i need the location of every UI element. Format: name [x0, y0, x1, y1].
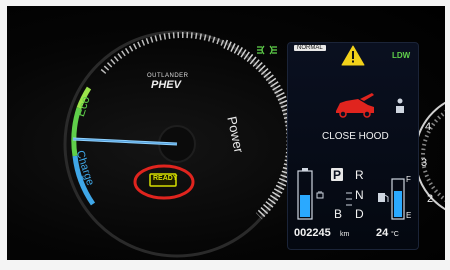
seatbelt-person-icon	[396, 98, 404, 113]
gear-r: R	[355, 168, 364, 182]
charge-plug-icon	[316, 191, 324, 199]
fuel-full-label: F	[406, 175, 411, 184]
ready-label: READY	[153, 175, 178, 182]
svg-text:4: 4	[425, 121, 431, 133]
gear-p: P	[333, 168, 342, 182]
temperature-unit: °C	[391, 231, 399, 238]
car-hood-open-icon	[336, 93, 374, 118]
brand-line2: PHEV	[151, 79, 181, 91]
gear-d: D	[355, 207, 364, 221]
fuel-pump-icon	[378, 193, 389, 202]
screenshot-frame: 4 3 2 OUTLANDER PHEV Eco Charge Power RE…	[0, 0, 450, 270]
warning-triangle-icon	[341, 45, 365, 66]
svg-text:3: 3	[421, 157, 427, 169]
temperature-value: 24	[376, 227, 389, 239]
gear-b: B	[334, 207, 343, 221]
shift-pattern-icon	[346, 192, 352, 206]
svg-text:2: 2	[427, 193, 433, 205]
fuel-empty-label: E	[406, 211, 412, 220]
headlight-indicator-icon	[257, 45, 277, 55]
warning-message: CLOSE HOOD	[322, 131, 389, 142]
upper-tick-ring	[100, 31, 227, 74]
multi-info-display: NORMAL LDW CLOSE HOOD P R N B D F E 0022…	[287, 42, 419, 250]
gear-n: N	[355, 188, 364, 202]
instrument-cluster: 4 3 2 OUTLANDER PHEV Eco Charge Power RE…	[7, 6, 445, 260]
battery-icon	[297, 168, 313, 220]
lcd-graphics	[297, 45, 405, 220]
odometer-value: 002245	[294, 227, 331, 239]
ldw-label: LDW	[392, 51, 411, 60]
fuel-level-bar	[391, 178, 405, 220]
tachometer-partial-icon: 4 3 2	[414, 101, 445, 211]
odometer-unit: km	[340, 231, 350, 238]
